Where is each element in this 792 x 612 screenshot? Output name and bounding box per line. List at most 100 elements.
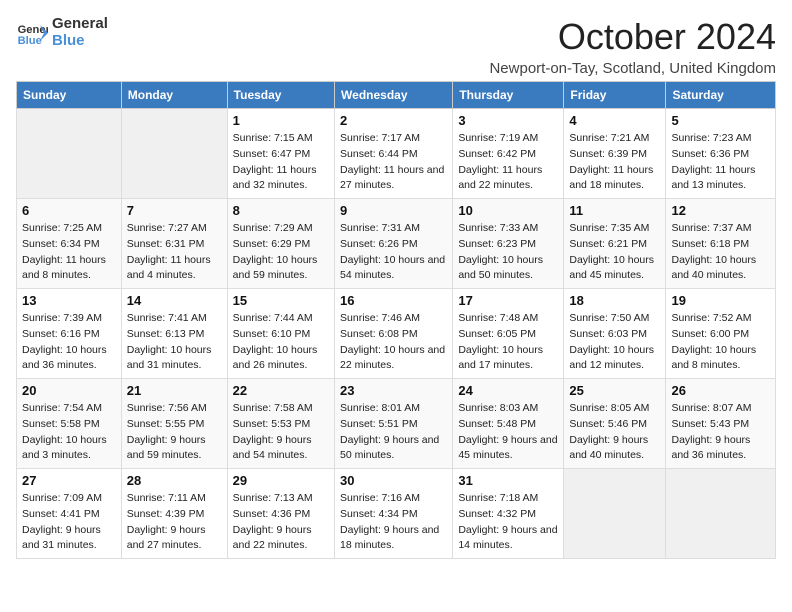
day-of-week-header: Wednesday: [335, 82, 453, 109]
day-number: 25: [569, 383, 660, 398]
calendar-day-cell: 2Sunrise: 7:17 AMSunset: 6:44 PMDaylight…: [335, 109, 453, 199]
svg-text:Blue: Blue: [18, 35, 42, 47]
daylight-text: Daylight: 10 hours and 50 minutes.: [458, 253, 558, 285]
daylight-text: Daylight: 9 hours and 36 minutes.: [671, 433, 770, 465]
daylight-text: Daylight: 10 hours and 31 minutes.: [127, 343, 222, 375]
calendar-header-row: SundayMondayTuesdayWednesdayThursdayFrid…: [17, 82, 776, 109]
day-number: 6: [22, 203, 116, 218]
month-title: October 2024: [489, 16, 776, 58]
sunrise-text: Sunrise: 7:44 AM: [233, 311, 329, 327]
day-number: 18: [569, 293, 660, 308]
calendar-day-cell: 8Sunrise: 7:29 AMSunset: 6:29 PMDaylight…: [227, 199, 334, 289]
day-info: Sunrise: 7:23 AMSunset: 6:36 PMDaylight:…: [671, 131, 770, 194]
sunrise-text: Sunrise: 7:27 AM: [127, 221, 222, 237]
daylight-text: Daylight: 9 hours and 14 minutes.: [458, 523, 558, 555]
daylight-text: Daylight: 9 hours and 18 minutes.: [340, 523, 447, 555]
calendar-day-cell: 16Sunrise: 7:46 AMSunset: 6:08 PMDayligh…: [335, 289, 453, 379]
day-info: Sunrise: 7:16 AMSunset: 4:34 PMDaylight:…: [340, 491, 447, 554]
calendar-day-cell: 28Sunrise: 7:11 AMSunset: 4:39 PMDayligh…: [121, 469, 227, 559]
day-number: 29: [233, 473, 329, 488]
sunset-text: Sunset: 6:08 PM: [340, 327, 447, 343]
day-of-week-header: Tuesday: [227, 82, 334, 109]
day-number: 31: [458, 473, 558, 488]
daylight-text: Daylight: 11 hours and 4 minutes.: [127, 253, 222, 285]
day-info: Sunrise: 7:27 AMSunset: 6:31 PMDaylight:…: [127, 221, 222, 284]
sunrise-text: Sunrise: 7:33 AM: [458, 221, 558, 237]
sunrise-text: Sunrise: 7:39 AM: [22, 311, 116, 327]
daylight-text: Daylight: 9 hours and 40 minutes.: [569, 433, 660, 465]
calendar-day-cell: 1Sunrise: 7:15 AMSunset: 6:47 PMDaylight…: [227, 109, 334, 199]
logo-blue: Blue: [52, 33, 108, 50]
sunset-text: Sunset: 6:10 PM: [233, 327, 329, 343]
day-of-week-header: Sunday: [17, 82, 122, 109]
day-info: Sunrise: 7:31 AMSunset: 6:26 PMDaylight:…: [340, 221, 447, 284]
day-info: Sunrise: 8:07 AMSunset: 5:43 PMDaylight:…: [671, 401, 770, 464]
day-of-week-header: Saturday: [666, 82, 776, 109]
calendar-day-cell: 22Sunrise: 7:58 AMSunset: 5:53 PMDayligh…: [227, 379, 334, 469]
day-info: Sunrise: 7:15 AMSunset: 6:47 PMDaylight:…: [233, 131, 329, 194]
sunset-text: Sunset: 6:03 PM: [569, 327, 660, 343]
day-of-week-header: Monday: [121, 82, 227, 109]
day-info: Sunrise: 7:41 AMSunset: 6:13 PMDaylight:…: [127, 311, 222, 374]
sunrise-text: Sunrise: 7:54 AM: [22, 401, 116, 417]
day-info: Sunrise: 7:17 AMSunset: 6:44 PMDaylight:…: [340, 131, 447, 194]
calendar-day-cell: 23Sunrise: 8:01 AMSunset: 5:51 PMDayligh…: [335, 379, 453, 469]
day-number: 8: [233, 203, 329, 218]
sunset-text: Sunset: 6:36 PM: [671, 147, 770, 163]
sunrise-text: Sunrise: 7:13 AM: [233, 491, 329, 507]
calendar-week-row: 1Sunrise: 7:15 AMSunset: 6:47 PMDaylight…: [17, 109, 776, 199]
daylight-text: Daylight: 9 hours and 27 minutes.: [127, 523, 222, 555]
day-number: 28: [127, 473, 222, 488]
sunset-text: Sunset: 6:18 PM: [671, 237, 770, 253]
sunrise-text: Sunrise: 7:17 AM: [340, 131, 447, 147]
sunset-text: Sunset: 5:51 PM: [340, 417, 447, 433]
day-info: Sunrise: 8:05 AMSunset: 5:46 PMDaylight:…: [569, 401, 660, 464]
logo-icon: General Blue: [16, 17, 48, 49]
sunrise-text: Sunrise: 7:46 AM: [340, 311, 447, 327]
day-number: 13: [22, 293, 116, 308]
sunset-text: Sunset: 5:55 PM: [127, 417, 222, 433]
day-number: 15: [233, 293, 329, 308]
sunrise-text: Sunrise: 7:18 AM: [458, 491, 558, 507]
sunset-text: Sunset: 6:39 PM: [569, 147, 660, 163]
calendar-day-cell: [17, 109, 122, 199]
day-info: Sunrise: 7:50 AMSunset: 6:03 PMDaylight:…: [569, 311, 660, 374]
daylight-text: Daylight: 10 hours and 12 minutes.: [569, 343, 660, 375]
day-number: 23: [340, 383, 447, 398]
page-header: General Blue General Blue October 2024 N…: [16, 16, 776, 77]
calendar-day-cell: 9Sunrise: 7:31 AMSunset: 6:26 PMDaylight…: [335, 199, 453, 289]
calendar-day-cell: 14Sunrise: 7:41 AMSunset: 6:13 PMDayligh…: [121, 289, 227, 379]
sunset-text: Sunset: 5:58 PM: [22, 417, 116, 433]
day-number: 24: [458, 383, 558, 398]
calendar-day-cell: 21Sunrise: 7:56 AMSunset: 5:55 PMDayligh…: [121, 379, 227, 469]
daylight-text: Daylight: 10 hours and 8 minutes.: [671, 343, 770, 375]
daylight-text: Daylight: 10 hours and 3 minutes.: [22, 433, 116, 465]
daylight-text: Daylight: 10 hours and 40 minutes.: [671, 253, 770, 285]
sunrise-text: Sunrise: 7:16 AM: [340, 491, 447, 507]
day-info: Sunrise: 7:37 AMSunset: 6:18 PMDaylight:…: [671, 221, 770, 284]
sunset-text: Sunset: 4:36 PM: [233, 507, 329, 523]
daylight-text: Daylight: 11 hours and 27 minutes.: [340, 163, 447, 195]
sunset-text: Sunset: 6:16 PM: [22, 327, 116, 343]
sunset-text: Sunset: 6:05 PM: [458, 327, 558, 343]
day-number: 5: [671, 113, 770, 128]
sunset-text: Sunset: 6:26 PM: [340, 237, 447, 253]
sunrise-text: Sunrise: 7:23 AM: [671, 131, 770, 147]
calendar-day-cell: 7Sunrise: 7:27 AMSunset: 6:31 PMDaylight…: [121, 199, 227, 289]
daylight-text: Daylight: 9 hours and 50 minutes.: [340, 433, 447, 465]
calendar-day-cell: 3Sunrise: 7:19 AMSunset: 6:42 PMDaylight…: [453, 109, 564, 199]
daylight-text: Daylight: 9 hours and 45 minutes.: [458, 433, 558, 465]
day-info: Sunrise: 7:18 AMSunset: 4:32 PMDaylight:…: [458, 491, 558, 554]
day-info: Sunrise: 7:48 AMSunset: 6:05 PMDaylight:…: [458, 311, 558, 374]
daylight-text: Daylight: 11 hours and 32 minutes.: [233, 163, 329, 195]
sunrise-text: Sunrise: 7:35 AM: [569, 221, 660, 237]
sunrise-text: Sunrise: 7:11 AM: [127, 491, 222, 507]
day-info: Sunrise: 7:58 AMSunset: 5:53 PMDaylight:…: [233, 401, 329, 464]
calendar-day-cell: 27Sunrise: 7:09 AMSunset: 4:41 PMDayligh…: [17, 469, 122, 559]
sunset-text: Sunset: 6:23 PM: [458, 237, 558, 253]
day-number: 26: [671, 383, 770, 398]
calendar-table: SundayMondayTuesdayWednesdayThursdayFrid…: [16, 81, 776, 559]
day-info: Sunrise: 7:56 AMSunset: 5:55 PMDaylight:…: [127, 401, 222, 464]
sunrise-text: Sunrise: 7:31 AM: [340, 221, 447, 237]
sunrise-text: Sunrise: 7:50 AM: [569, 311, 660, 327]
